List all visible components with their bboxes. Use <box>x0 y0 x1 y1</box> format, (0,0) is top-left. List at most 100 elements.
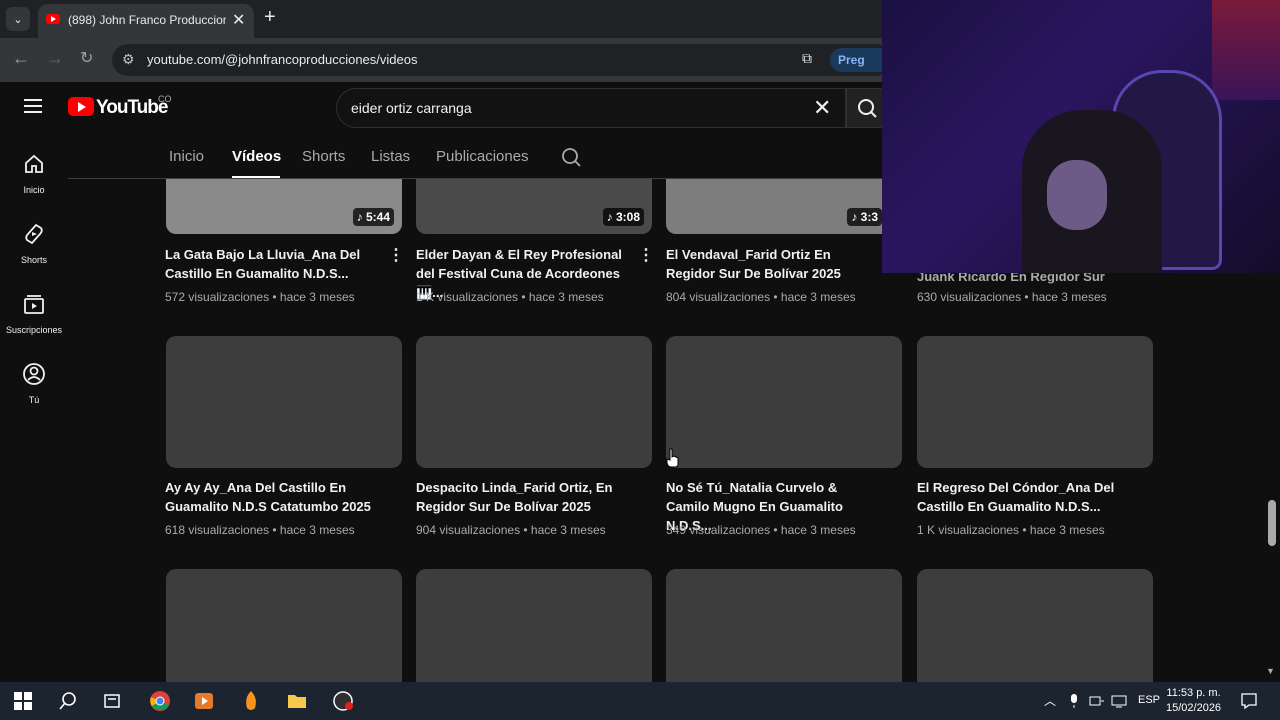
windows-start-icon[interactable] <box>12 690 34 712</box>
duration-text: 3:3 <box>860 210 878 224</box>
video-title[interactable]: El Regreso Del Cóndor_Ana Del Castillo E… <box>917 478 1133 516</box>
ask-gemini-label: Preg <box>838 53 865 67</box>
clock-time: 11:53 p. m. <box>1166 687 1221 699</box>
windows-taskbar: ︿ ESP 11:53 p. m. 15/02/2026 <box>0 682 1280 720</box>
video-thumbnail[interactable] <box>416 336 652 468</box>
video-meta: 804 visualizaciones • hace 3 meses <box>666 290 856 304</box>
fl-studio-icon[interactable] <box>240 690 262 712</box>
scrollbar-thumb[interactable] <box>1268 500 1276 546</box>
video-title[interactable]: El Vendaval_Farid Ortiz En Regidor Sur D… <box>666 245 882 283</box>
site-info-icon[interactable]: ⚙ <box>122 51 135 68</box>
video-meta: 630 visualizaciones • hace 3 meses <box>917 290 1107 304</box>
webcam-flag-backdrop <box>1212 0 1280 100</box>
video-title[interactable]: Despacito Linda_Farid Ortiz, En Regidor … <box>416 478 632 516</box>
media-player-icon[interactable] <box>193 690 215 712</box>
show-hidden-icons-icon[interactable]: ︿ <box>1044 692 1056 709</box>
clock-date: 15/02/2026 <box>1166 702 1222 714</box>
hand-cursor-icon <box>666 448 679 468</box>
search-query-text[interactable]: eider ortiz carranga <box>351 100 472 116</box>
subscriptions-icon <box>24 295 44 314</box>
file-explorer-icon[interactable] <box>286 690 308 712</box>
channel-search-icon[interactable] <box>560 146 582 168</box>
duration-badge: ♪ 5:44 <box>352 208 394 226</box>
duration-text: 5:44 <box>365 210 390 224</box>
obs-icon[interactable] <box>332 690 354 712</box>
forward-icon[interactable]: → <box>46 48 64 69</box>
youtube-wordmark[interactable]: YouTube <box>96 97 168 119</box>
network-icon[interactable] <box>1111 694 1127 708</box>
reload-icon[interactable]: ↻ <box>80 48 93 68</box>
new-tab-icon[interactable]: + <box>264 6 276 29</box>
sidebar-item-label: Inicio <box>23 185 45 195</box>
chrome-icon[interactable] <box>149 690 171 712</box>
video-title[interactable]: Ay Ay Ay_Ana Del Castillo En Guamalito N… <box>165 478 381 516</box>
more-options-icon[interactable]: ⋮ <box>388 245 404 265</box>
video-thumbnail[interactable]: ♪ 3:3 <box>666 179 882 234</box>
webcam-face <box>1047 160 1107 230</box>
country-code: CO <box>158 94 172 104</box>
sidebar-item-label: Suscripciones <box>5 325 63 335</box>
back-icon[interactable]: ← <box>12 48 30 69</box>
sidebar-item-label: Tú <box>28 395 40 405</box>
video-meta: 618 visualizaciones • hace 3 meses <box>165 523 355 537</box>
sidebar-item-label: Shorts <box>20 255 47 265</box>
duration-text: 3:08 <box>615 210 640 224</box>
sidebar-item-home[interactable]: Inicio <box>0 152 68 195</box>
address-bar[interactable]: ⚙ youtube.com/@johnfrancoproducciones/vi… <box>112 44 892 76</box>
video-meta: 904 visualizaciones • hace 3 meses <box>416 523 606 537</box>
menu-icon[interactable] <box>24 99 42 113</box>
video-thumbnail[interactable]: ♪ 3:08 <box>416 179 652 234</box>
notifications-icon[interactable] <box>1240 692 1258 710</box>
sidebar-item-subscriptions[interactable]: Suscripciones <box>0 292 68 335</box>
url-text[interactable]: youtube.com/@johnfrancoproducciones/vide… <box>147 52 417 67</box>
task-view-icon[interactable] <box>101 690 123 712</box>
tab-publicaciones[interactable]: Publicaciones <box>436 148 529 165</box>
input-language[interactable]: ESP <box>1138 694 1160 706</box>
mini-sidebar: Inicio Shorts Suscripciones Tú <box>0 134 68 682</box>
video-thumbnail[interactable] <box>416 569 652 682</box>
sidebar-item-you[interactable]: Tú <box>0 362 68 405</box>
sidebar-item-shorts[interactable]: Shorts <box>0 222 68 265</box>
search-taskbar-icon[interactable] <box>57 690 79 712</box>
video-thumbnail[interactable] <box>166 336 402 468</box>
video-title[interactable]: La Gata Bajo La Lluvia_Ana Del Castillo … <box>165 245 381 283</box>
video-meta: 349 visualizaciones • hace 3 meses <box>666 523 856 537</box>
video-thumbnail[interactable] <box>917 336 1153 468</box>
device-icon[interactable] <box>1089 694 1105 708</box>
channel-tabs: Inicio Vídeos Shorts Listas Publicacione… <box>68 134 882 179</box>
video-meta: 1 K visualizaciones • hace 3 meses <box>416 290 604 304</box>
video-thumbnail[interactable] <box>666 336 902 468</box>
home-icon <box>25 154 43 173</box>
video-meta: 1 K visualizaciones • hace 3 meses <box>917 523 1105 537</box>
tab-title: (898) John Franco Produccione <box>68 13 226 27</box>
tab-listas[interactable]: Listas <box>371 148 410 165</box>
clear-search-icon[interactable]: ✕ <box>813 95 831 121</box>
tab-search-button[interactable]: ⌄ <box>6 7 30 31</box>
active-tab-indicator <box>232 176 280 178</box>
tab-close-icon[interactable]: ✕ <box>232 10 245 30</box>
scroll-down-arrow-icon[interactable]: ▼ <box>1266 666 1275 676</box>
duration-badge: ♪ 3:3 <box>847 208 882 226</box>
tab-videos[interactable]: Vídeos <box>232 148 281 165</box>
youtube-logo-icon[interactable] <box>68 97 94 116</box>
you-icon <box>23 363 45 385</box>
microphone-icon[interactable] <box>1068 693 1080 709</box>
video-thumbnail[interactable] <box>166 569 402 682</box>
webcam-overlay <box>882 0 1280 273</box>
video-thumbnail[interactable]: ♪ 5:44 <box>166 179 402 234</box>
shorts-icon <box>25 223 43 245</box>
tab-shorts[interactable]: Shorts <box>302 148 345 165</box>
duration-badge: ♪ 3:08 <box>602 208 644 226</box>
video-thumbnail[interactable] <box>666 569 902 682</box>
youtube-favicon-icon <box>46 14 60 24</box>
browser-tab[interactable]: (898) John Franco Produccione ✕ <box>38 4 254 38</box>
install-app-icon[interactable]: ⧉ <box>802 50 812 67</box>
search-input[interactable]: eider ortiz carranga ✕ <box>336 88 846 128</box>
search-icon <box>858 99 877 118</box>
more-options-icon[interactable]: ⋮ <box>638 245 654 265</box>
search-button[interactable] <box>846 88 886 128</box>
video-meta: 572 visualizaciones • hace 3 meses <box>165 290 355 304</box>
system-clock[interactable]: 11:53 p. m. 15/02/2026 <box>1166 686 1221 716</box>
video-thumbnail[interactable] <box>917 569 1153 682</box>
tab-inicio[interactable]: Inicio <box>169 148 204 165</box>
